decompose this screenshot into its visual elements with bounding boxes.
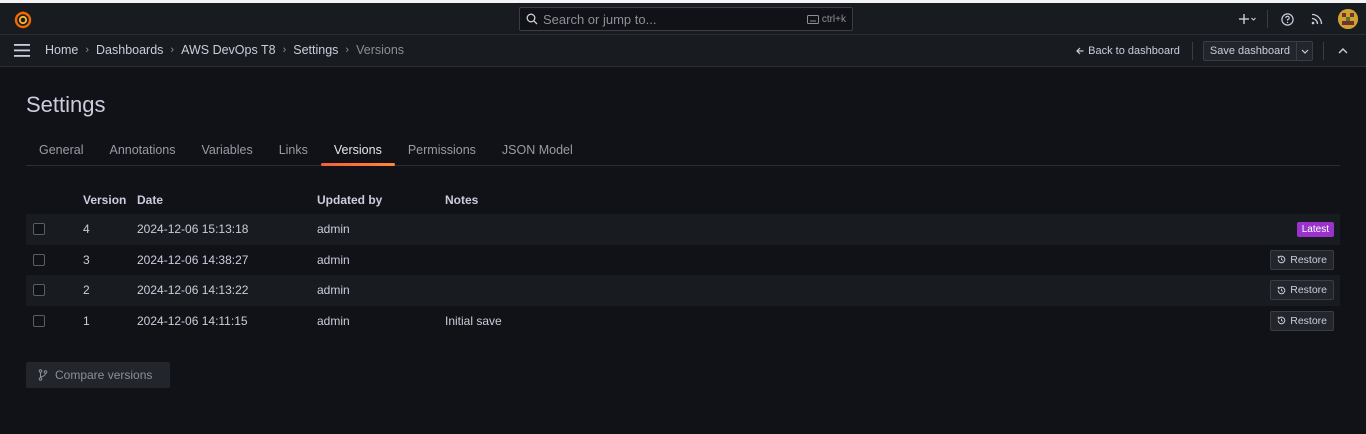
help-button[interactable] <box>1272 7 1302 31</box>
restore-label: Restore <box>1290 284 1327 297</box>
row-date: 2024-12-06 15:13:18 <box>137 222 249 237</box>
settings-tabs: General Annotations Variables Links Vers… <box>26 135 1340 166</box>
search-placeholder: Search or jump to... <box>543 11 657 27</box>
breadcrumb-versions: Versions <box>356 43 405 57</box>
history-icon <box>1277 286 1286 294</box>
avatar-image <box>1338 9 1358 29</box>
news-button[interactable] <box>1302 7 1332 31</box>
row-version: 3 <box>83 252 90 267</box>
header-updated-by: Updated by <box>317 193 383 207</box>
table-row: 2 2024-12-06 14:13:22 admin Restore <box>26 275 1340 306</box>
breadcrumb: Home › Dashboards › AWS DevOps T8 › Sett… <box>45 43 404 57</box>
breadcrumb-dashboards[interactable]: Dashboards <box>96 43 163 57</box>
nav-bar: Home › Dashboards › AWS DevOps T8 › Sett… <box>0 35 1366 67</box>
arrow-left-icon <box>1076 47 1084 55</box>
row-select <box>26 314 83 327</box>
row-version: 2 <box>83 283 90 298</box>
top-actions <box>1233 7 1358 31</box>
code-branch-icon <box>38 369 48 381</box>
tab-permissions[interactable]: Permissions <box>395 135 489 165</box>
help-icon <box>1280 12 1294 26</box>
table-row: 3 2024-12-06 14:38:27 admin Restore <box>26 245 1340 276</box>
collapse-toolbar-button[interactable] <box>1332 41 1354 61</box>
versions-table: Version Date Updated by Notes 4 2024-12-… <box>26 186 1340 336</box>
divider <box>1323 42 1324 60</box>
search-icon <box>526 13 538 25</box>
save-dashboard-button[interactable]: Save dashboard <box>1202 41 1313 61</box>
row-checkbox[interactable] <box>33 284 45 297</box>
tab-links[interactable]: Links <box>266 135 321 165</box>
row-updated-by: admin <box>317 222 350 237</box>
divider <box>1267 10 1268 28</box>
table-row: 4 2024-12-06 15:13:18 admin Latest <box>26 214 1340 245</box>
breadcrumb-home[interactable]: Home <box>45 43 78 57</box>
chevron-up-icon <box>1338 48 1348 54</box>
user-avatar[interactable] <box>1338 9 1358 29</box>
back-to-dashboard-label: Back to dashboard <box>1088 45 1180 57</box>
save-dashboard-label: Save dashboard <box>1209 45 1290 57</box>
rss-icon <box>1311 13 1323 25</box>
restore-label: Restore <box>1290 314 1327 327</box>
plus-icon <box>1239 14 1256 24</box>
search-shortcut: ctrl+k <box>806 13 846 25</box>
tab-annotations[interactable]: Annotations <box>96 135 188 165</box>
restore-button[interactable]: Restore <box>1270 310 1334 331</box>
row-date: 2024-12-06 14:11:15 <box>137 313 248 328</box>
nav-actions: Back to dashboard Save dashboard <box>1076 40 1354 62</box>
divider <box>1191 42 1193 60</box>
row-select <box>26 223 83 236</box>
menu-icon[interactable] <box>14 44 30 57</box>
search-input[interactable]: Search or jump to... ctrl+k <box>519 7 853 31</box>
row-date: 2024-12-06 14:38:27 <box>137 252 249 267</box>
row-action: Restore <box>1180 249 1340 270</box>
new-menu-button[interactable] <box>1233 7 1263 31</box>
table-row: 1 2024-12-06 14:11:15 admin Initial save… <box>26 306 1340 337</box>
history-icon <box>1277 316 1286 325</box>
restore-label: Restore <box>1290 253 1327 266</box>
back-to-dashboard-button[interactable]: Back to dashboard <box>1076 45 1180 57</box>
header-version: Version <box>83 193 127 207</box>
row-checkbox[interactable] <box>33 253 45 266</box>
row-updated-by: admin <box>317 313 350 328</box>
row-version: 4 <box>83 222 90 237</box>
restore-button[interactable]: Restore <box>1270 249 1334 270</box>
chevron-right-icon: › <box>85 44 90 56</box>
row-action: Latest <box>1180 221 1340 237</box>
tab-variables[interactable]: Variables <box>189 135 266 165</box>
row-action: Restore <box>1180 280 1340 301</box>
keyboard-icon <box>806 14 819 24</box>
chevron-right-icon: › <box>345 44 350 56</box>
row-checkbox[interactable] <box>33 314 45 327</box>
row-action: Restore <box>1180 310 1340 331</box>
breadcrumb-dashboard[interactable]: AWS DevOps T8 <box>181 43 275 57</box>
page-title: Settings <box>26 92 106 117</box>
row-select <box>26 284 83 297</box>
latest-badge: Latest <box>1296 221 1334 237</box>
table-header: Version Date Updated by Notes <box>26 186 1340 214</box>
tab-json-model[interactable]: JSON Model <box>489 135 586 165</box>
history-icon <box>1277 255 1286 264</box>
grafana-logo-icon[interactable] <box>13 9 33 29</box>
row-version: 1 <box>83 313 90 328</box>
row-select <box>26 253 83 266</box>
chevron-right-icon: › <box>282 44 287 56</box>
top-bar: Search or jump to... ctrl+k <box>0 3 1366 35</box>
row-notes: Initial save <box>445 313 502 328</box>
restore-button[interactable]: Restore <box>1270 280 1334 301</box>
row-checkbox[interactable] <box>33 223 45 236</box>
row-updated-by: admin <box>317 252 350 267</box>
header-notes: Notes <box>445 193 479 207</box>
compare-versions-button[interactable]: Compare versions <box>26 362 170 388</box>
tab-versions[interactable]: Versions <box>320 135 395 166</box>
save-options-dropdown[interactable] <box>1296 42 1312 60</box>
chevron-right-icon: › <box>170 44 175 56</box>
chevron-down-icon <box>1301 49 1308 54</box>
search-shortcut-label: ctrl+k <box>821 13 846 25</box>
breadcrumb-settings[interactable]: Settings <box>293 43 338 57</box>
header-date: Date <box>137 193 164 207</box>
tab-general[interactable]: General <box>26 135 96 165</box>
compare-versions-label: Compare versions <box>55 368 153 382</box>
row-date: 2024-12-06 14:13:22 <box>137 283 249 298</box>
row-updated-by: admin <box>317 283 350 298</box>
